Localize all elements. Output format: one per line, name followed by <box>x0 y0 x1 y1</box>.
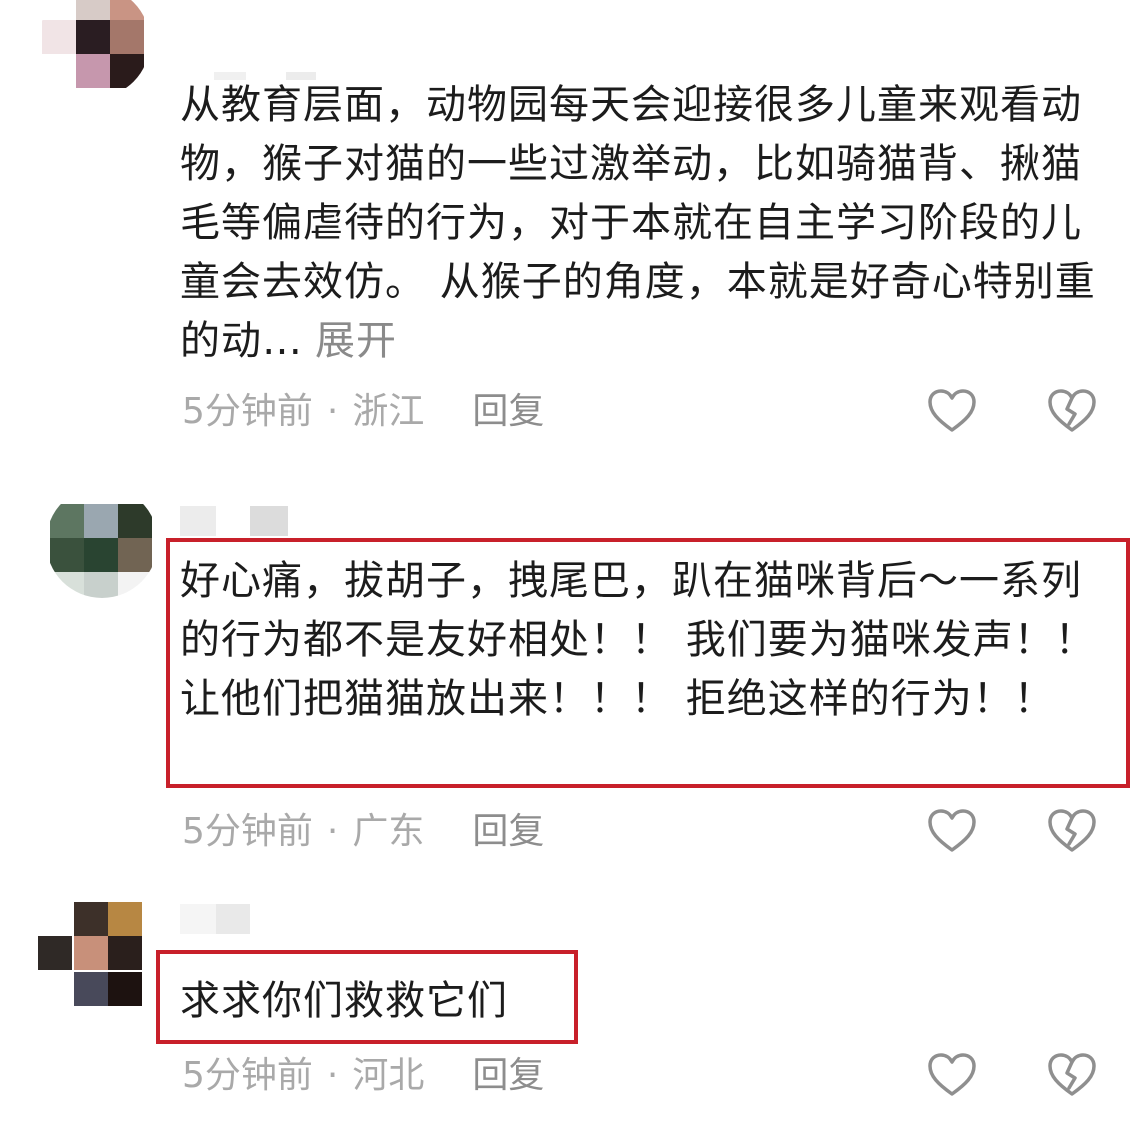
broken-heart-icon <box>1048 809 1096 852</box>
reply-button[interactable]: 回复 <box>472 1055 544 1096</box>
comment-body: 求求你们救救它们 <box>180 978 508 1024</box>
location: 河北 <box>352 1055 425 1096</box>
heart-outline-icon <box>928 389 976 432</box>
comment-meta: 5分钟前 · 河北 回复 <box>182 1051 544 1101</box>
like-button[interactable] <box>926 807 978 855</box>
dislike-button[interactable] <box>1046 387 1098 435</box>
broken-heart-icon <box>1048 1053 1096 1096</box>
reply-button[interactable]: 回复 <box>472 391 544 432</box>
location: 广东 <box>352 811 425 852</box>
like-button[interactable] <box>926 1051 978 1099</box>
like-button[interactable] <box>926 387 978 435</box>
timestamp: 5分钟前 <box>182 811 313 852</box>
timestamp: 5分钟前 <box>182 391 313 432</box>
comment-meta: 5分钟前 · 浙江 回复 <box>182 387 544 437</box>
meta-separator: · <box>326 1055 339 1096</box>
timestamp: 5分钟前 <box>182 1055 313 1096</box>
comment-text: 求求你们救救它们 <box>180 972 1100 1031</box>
broken-heart-icon <box>1048 389 1096 432</box>
comment-text: 好心痛，拔胡子，拽尾巴，趴在猫咪背后～一系列的行为都不是友好相处！！ 我们要为猫… <box>180 552 1100 729</box>
meta-separator: · <box>326 391 339 432</box>
dislike-button[interactable] <box>1046 1051 1098 1099</box>
username-blurred[interactable] <box>180 506 288 536</box>
reply-button[interactable]: 回复 <box>472 811 544 852</box>
meta-separator: · <box>326 811 339 852</box>
username-blurred[interactable] <box>180 904 250 934</box>
avatar[interactable] <box>38 902 148 1012</box>
dislike-button[interactable] <box>1046 807 1098 855</box>
avatar[interactable] <box>46 486 158 598</box>
location: 浙江 <box>352 391 425 432</box>
heart-outline-icon <box>928 809 976 852</box>
comment-meta: 5分钟前 · 广东 回复 <box>182 807 544 857</box>
avatar[interactable] <box>38 0 150 98</box>
comment-body: 好心痛，拔胡子，拽尾巴，趴在猫咪背后～一系列的行为都不是友好相处！！ 我们要为猫… <box>180 558 1096 722</box>
heart-outline-icon <box>928 1053 976 1096</box>
comment-text: 从教育层面，动物园每天会迎接很多儿童来观看动物，猴子对猫的一些过激举动，比如骑猫… <box>180 76 1100 371</box>
expand-link[interactable]: 展开 <box>315 318 397 364</box>
